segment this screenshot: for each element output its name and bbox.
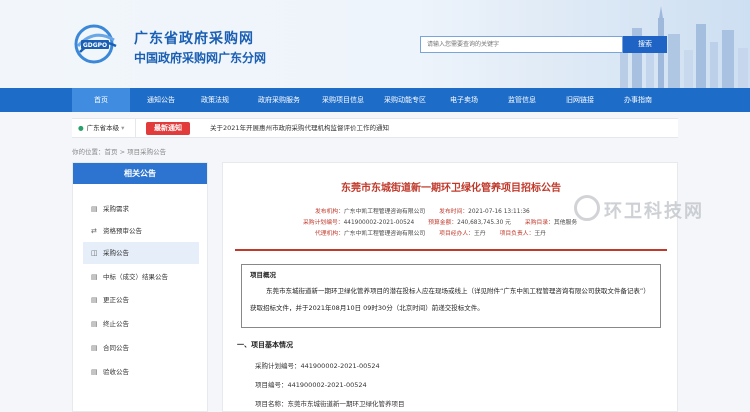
nav-item-supervision[interactable]: 监管信息	[494, 88, 550, 112]
agent-label: 代理机构：	[315, 231, 344, 237]
agent-value: 广东中凯工程管理咨询有限公司	[344, 231, 426, 237]
sidebar-item-procurement-notice[interactable]: ◫ 采购公告	[83, 242, 199, 264]
manager-value: 王丹	[473, 231, 486, 237]
sidebar-item-acceptance[interactable]: ▤ 验收公告	[83, 361, 199, 383]
publisher-value: 广东中凯工程管理咨询有限公司	[344, 209, 426, 215]
sidebar-title: 相关公告	[73, 163, 207, 184]
overview-title: 项目概况	[250, 271, 276, 279]
location-label: 广东省本级	[86, 124, 120, 132]
publish-time-label: 发布时间：	[439, 209, 469, 215]
sidebar-item-label: 采购公告	[103, 249, 129, 257]
field-plan-no: 采购计划编号：441900002-2021-00524	[255, 362, 380, 370]
budget-label: 预算金额：	[428, 220, 458, 226]
logo-text: GDGPO	[83, 42, 107, 49]
exchange-icon: ⇄	[91, 227, 97, 235]
location-pin-icon: ●	[78, 124, 84, 132]
manager-label: 项目经办人：	[439, 231, 474, 237]
nav-item-project-info[interactable]: 采购项目信息	[310, 88, 376, 112]
site-subtitle: 中国政府采购网广东分网	[134, 51, 267, 65]
nav-item-special-zone[interactable]: 采购动能专区	[372, 88, 438, 112]
owner-label: 项目负责人：	[499, 231, 535, 237]
gdgpo-logo[interactable]: GDGPO	[72, 24, 124, 64]
section-basic-info-title: 一、项目基本情况	[237, 341, 293, 349]
site-title: 广东省政府采购网	[134, 31, 254, 47]
nav-item-old-site[interactable]: 旧网链接	[552, 88, 608, 112]
search-input[interactable]	[420, 36, 623, 53]
sidebar-item-correction[interactable]: ▤ 更正公告	[83, 289, 199, 311]
project-overview-box: 项目概况 东莞市东城街道新一期环卫绿化管养项目的潜在投标人应在现场或线上（详见附…	[241, 264, 661, 328]
sidebar-item-label: 采购需求	[103, 205, 129, 213]
sidebar-item-label: 合同公告	[103, 344, 129, 352]
document-icon: ▤	[91, 296, 98, 304]
publish-time-value: 2021-07-16 13:11:36	[468, 209, 530, 215]
sidebar-item-label: 更正公告	[103, 296, 129, 304]
meta-row-plan: 采购计划编号：441900002-2021-00524 预算金额：240,683,…	[303, 217, 577, 226]
watermark-text: 环卫科技网	[604, 201, 704, 222]
nav-item-guide[interactable]: 办事指南	[610, 88, 666, 112]
category-label: 采购目录：	[524, 220, 554, 226]
nav-item-policies[interactable]: 政策法规	[186, 88, 244, 112]
sidebar-item-label: 资格预审公告	[103, 227, 142, 235]
field-project-name: 项目名称：东莞市东城街道新一期环卫绿化管养项目	[255, 400, 405, 408]
owner-value: 王丹	[534, 231, 546, 237]
plan-no-label: 采购计划编号：	[303, 220, 344, 226]
breadcrumb: 你的位置：首页 > 项目采购公告	[72, 148, 167, 156]
title-divider	[235, 249, 667, 251]
site-header: GDGPO 广东省政府采购网 中国政府采购网广东分网 搜索	[0, 0, 750, 88]
field-project-no: 项目编号：441900002-2021-00524	[255, 381, 367, 389]
nav-item-e-mall[interactable]: 电子卖场	[436, 88, 492, 112]
document-icon: ▤	[91, 205, 98, 213]
site-watermark: 环卫科技网	[574, 189, 750, 233]
sidebar-item-award-result[interactable]: ▤ 中标（成交）结果公告	[83, 266, 199, 288]
overview-body: 东莞市东城街道新一期环卫绿化管养项目的潜在投标人应在现场或线上（详见附件“广东中…	[250, 287, 650, 312]
document-icon: ▤	[91, 273, 98, 281]
budget-value: 240,683,745.30 元	[457, 220, 511, 226]
publisher-label: 发布机构：	[315, 209, 344, 215]
meta-row-publisher: 发布机构：广东中凯工程管理咨询有限公司 发布时间：2021-07-16 13:11…	[315, 206, 530, 215]
plan-no-value: 441900002-2021-00524	[343, 220, 415, 226]
nav-item-notices[interactable]: 通知公告	[132, 88, 190, 112]
notice-bar: ● 广东省本级 ▾ 最新通知 关于2021年开展惠州市政府采购代理机构监督评价工作的…	[72, 118, 678, 138]
search-button[interactable]: 搜索	[623, 36, 667, 53]
nav-item-procurement-services[interactable]: 政府采购服务	[246, 88, 312, 112]
latest-notice-badge: 最新通知	[146, 122, 190, 135]
chevron-down-icon: ▾	[121, 124, 125, 132]
location-selector[interactable]: ● 广东省本级 ▾	[72, 119, 136, 138]
sidebar-item-label: 终止公告	[103, 320, 129, 328]
document-icon: ▤	[91, 368, 98, 376]
sidebar-item-prequalification[interactable]: ⇄ 资格预审公告	[83, 220, 199, 242]
watermark-logo-icon	[574, 195, 600, 221]
sidebar-item-label: 中标（成交）结果公告	[103, 273, 168, 281]
sidebar-item-termination[interactable]: ▤ 终止公告	[83, 313, 199, 335]
sidebar-item-label: 验收公告	[103, 368, 129, 376]
nav-item-home[interactable]: 首页	[72, 88, 130, 112]
sidebar: 相关公告 ▤ 采购需求 ⇄ 资格预审公告 ◫ 采购公告 ▤ 中标（成交）结果公告 ▤ 更正…	[72, 162, 208, 412]
document-icon: ▤	[91, 320, 98, 328]
notice-link[interactable]: 关于2021年开展惠州市政府采购代理机构监督评价工作的通知	[210, 119, 389, 138]
main-nav: 首页 通知公告 政策法规 政府采购服务 采购项目信息 采购动能专区 电子卖场 监…	[0, 88, 750, 112]
sidebar-item-contract[interactable]: ▤ 合同公告	[83, 337, 199, 359]
sidebar-item-procurement-demand[interactable]: ▤ 采购需求	[83, 198, 199, 220]
meta-row-agent: 代理机构：广东中凯工程管理咨询有限公司 项目经办人：王丹 项目负责人：王丹	[315, 228, 546, 237]
megaphone-icon: ◫	[91, 249, 98, 257]
document-icon: ▤	[91, 344, 98, 352]
